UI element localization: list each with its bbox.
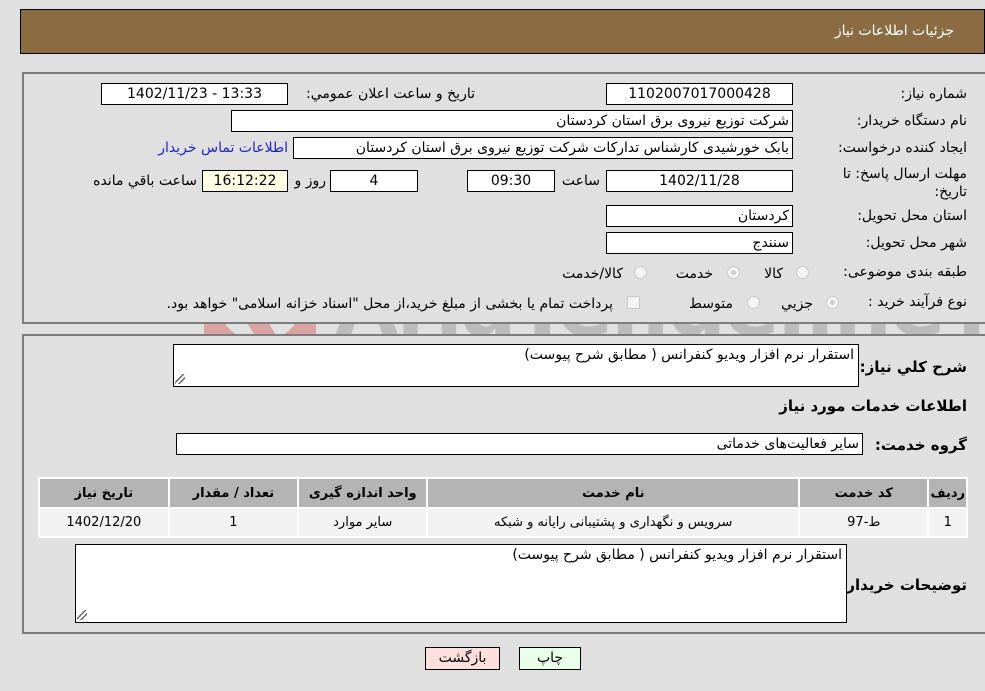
creator-label: ایجاد کننده درخواست: (838, 140, 967, 156)
buyer-contact-link[interactable]: اطلاعات تماس خریدار (158, 140, 288, 156)
announce-label: تاریخ و ساعت اعلان عمومي: (306, 86, 475, 102)
col-row-number: ردیف (929, 479, 966, 507)
col-service-name: نام خدمت (428, 479, 799, 507)
back-button[interactable]: بازگشت (425, 647, 500, 670)
deadline-label: مهلت ارسال پاسخ: تا تاریخ: (842, 166, 967, 200)
cell-row-number: 1 (929, 509, 966, 536)
col-need-date: تاریخ نیاز (40, 479, 168, 507)
buyer-notes-textarea[interactable]: استقرار نرم افزار ویدیو کنفرانس ( مطابق … (75, 544, 847, 623)
page-title: جزئیات اطلاعات نیاز (834, 23, 954, 39)
category-option-goods: کالا (764, 266, 783, 282)
creator-field: بابک خورشیدی کارشناس تدارکات شرکت توزیع … (293, 137, 793, 159)
table-header-row: ردیف کد خدمت نام خدمت واحد اندازه گیری ت… (40, 479, 966, 507)
category-option-service: خدمت (675, 266, 713, 282)
summary-textarea[interactable]: استقرار نرم افزار ویدیو کنفرانس ( مطابق … (173, 344, 859, 387)
province-field: کردستان (606, 205, 793, 227)
col-unit: واحد اندازه گیری (299, 479, 427, 507)
payment-checkbox[interactable] (627, 296, 640, 309)
cell-unit: سایر موارد (299, 509, 427, 536)
buyer-org-field: شرکت توزیع نیروی برق استان کردستان (231, 110, 793, 132)
col-service-code: کد خدمت (800, 479, 928, 507)
page-header: جزئیات اطلاعات نیاز (20, 9, 985, 54)
need-number-field: 1102007017000428 (606, 83, 793, 105)
cell-service-name: سرویس و نگهداری و پشتیبانی رایانه و شبکه (428, 509, 799, 536)
need-number-label: شماره نیاز: (900, 86, 968, 102)
payment-note: پرداخت تمام یا بخشی از مبلغ خرید،از محل … (166, 296, 613, 312)
category-label: طبقه بندی موضوعی: (843, 264, 967, 280)
summary-label: شرح کلي نياز: (859, 358, 967, 376)
process-radio-minor[interactable] (826, 296, 839, 309)
deadline-time-field: 09:30 (467, 170, 555, 192)
services-table-wrap: ردیف کد خدمت نام خدمت واحد اندازه گیری ت… (38, 477, 968, 538)
process-option-minor: جزيي (781, 296, 813, 312)
print-button[interactable]: چاپ (519, 647, 581, 670)
col-quantity: تعداد / مقدار (169, 479, 298, 507)
city-label: شهر محل تحویل: (865, 235, 967, 251)
deadline-date-field: 1402/11/28 (606, 170, 793, 192)
summary-resize-grip-icon[interactable] (175, 374, 185, 384)
category-radio-goods-service[interactable] (634, 266, 647, 279)
days-field: 4 (330, 170, 418, 192)
buyer-notes-label: توضیحات خریدار: (840, 576, 967, 594)
services-table: ردیف کد خدمت نام خدمت واحد اندازه گیری ت… (38, 477, 968, 538)
category-radio-service[interactable] (727, 266, 740, 279)
province-label: استان محل تحویل: (857, 208, 967, 224)
days-label: روز و (294, 173, 327, 189)
remaining-label: ساعت باقي مانده (93, 173, 197, 189)
cell-quantity: 1 (169, 509, 298, 536)
process-radio-medium[interactable] (747, 296, 760, 309)
cell-service-code: ط-97 (800, 509, 928, 536)
table-row: 1 ط-97 سرویس و نگهداری و پشتیبانی رایانه… (40, 509, 966, 536)
category-option-goods-service: کالا/خدمت (562, 266, 623, 282)
process-option-medium: متوسط (689, 296, 733, 312)
remaining-time-field: 16:12:22 (202, 170, 288, 192)
process-label: نوع فرآیند خرید : (868, 294, 967, 310)
buyer-notes-resize-grip-icon[interactable] (77, 610, 87, 620)
services-heading: اطلاعات خدمات مورد نیاز (779, 397, 967, 415)
category-radio-goods[interactable] (796, 266, 809, 279)
announce-field: 1402/11/23 - 13:33 (101, 83, 288, 105)
buyer-org-label: نام دستگاه خریدار: (856, 113, 967, 129)
cell-need-date: 1402/12/20 (40, 509, 168, 536)
deadline-time-label: ساعت (561, 173, 600, 189)
service-group-field: سایر فعالیت‌های خدماتی (176, 433, 863, 455)
service-group-label: گروه خدمت: (874, 436, 967, 454)
city-field: سنندج (606, 232, 793, 254)
